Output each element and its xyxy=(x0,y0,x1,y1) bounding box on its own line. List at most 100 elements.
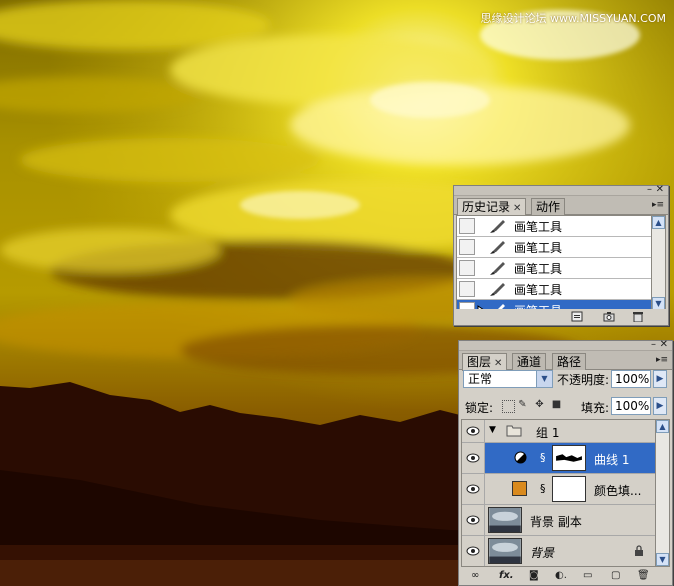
history-tabs: 历史记录 ✕ 动作 ▸≡ xyxy=(454,196,668,216)
layer-row-background[interactable]: 背景 xyxy=(462,536,656,566)
lock-icon xyxy=(635,545,643,556)
trash-icon[interactable] xyxy=(632,311,644,322)
lock-label: 锁定: xyxy=(465,401,494,415)
layers-footer: ∞ fx. ◙ ◐. ▭ ▢ 🗑 xyxy=(459,567,672,585)
source-checkbox[interactable] xyxy=(459,239,475,255)
panel-menu-icon[interactable]: ▸≡ xyxy=(656,355,668,365)
history-item-label: 画笔工具 xyxy=(514,241,563,255)
history-item[interactable]: 画笔工具 xyxy=(457,258,653,279)
layers-tabs: 图层 ✕ 通道 路径 ▸≡ xyxy=(459,351,672,371)
history-list: 画笔工具 画笔工具 画笔工具 画笔工具 画笔工具 xyxy=(456,215,654,311)
history-item-label: 画笔工具 xyxy=(514,220,563,234)
tab-label: 图层 xyxy=(467,355,492,369)
fx-icon[interactable]: fx. xyxy=(499,570,514,582)
tab-label: 动作 xyxy=(536,200,561,214)
tab-label: 历史记录 xyxy=(462,200,511,214)
panel-titlebar[interactable]: – ✕ xyxy=(459,339,672,351)
scroll-up-icon[interactable]: ▲ xyxy=(656,420,669,433)
visibility-toggle[interactable] xyxy=(462,420,485,442)
layer-name: 背景 副本 xyxy=(530,515,582,529)
layer-row-color-fill[interactable]: § 颜色填... xyxy=(462,474,656,505)
layer-row-background-copy[interactable]: 背景 副本 xyxy=(462,505,656,536)
tab-label: 路径 xyxy=(557,355,582,369)
close-tab-icon[interactable]: ✕ xyxy=(513,203,521,214)
brush-icon xyxy=(490,283,505,296)
layer-mask-thumbnail[interactable] xyxy=(552,476,586,502)
chain-link-icon[interactable]: § xyxy=(540,482,546,495)
history-scrollbar[interactable]: ▲ ▼ xyxy=(651,215,666,311)
visibility-toggle[interactable] xyxy=(462,443,485,473)
layers-panel: – ✕ 图层 ✕ 通道 路径 ▸≡ 正常 ▼ 不透明度: 100% ▶ 锁定: ✎… xyxy=(458,339,673,586)
layers-scrollbar[interactable]: ▲ ▼ xyxy=(655,419,670,567)
history-item-label: 画笔工具 xyxy=(514,283,563,297)
expand-triangle-icon[interactable]: ▼ xyxy=(489,425,496,435)
new-layer-icon[interactable]: ▢ xyxy=(611,570,620,582)
eye-icon xyxy=(466,484,480,494)
new-document-from-state-icon[interactable] xyxy=(571,311,583,322)
tab-channels[interactable]: 通道 xyxy=(512,353,547,370)
chain-link-icon[interactable]: § xyxy=(540,451,546,464)
layer-row-group[interactable]: ▼ 组 1 xyxy=(462,420,656,443)
eye-icon xyxy=(466,515,480,525)
fill-label: 填充: xyxy=(581,401,610,415)
brush-icon xyxy=(490,241,505,254)
opacity-label: 不透明度: xyxy=(557,373,610,387)
source-checkbox[interactable] xyxy=(459,218,475,234)
eye-icon xyxy=(466,453,480,463)
lock-brush-icon[interactable]: ✎ xyxy=(517,399,528,410)
blend-mode-select[interactable]: 正常 ▼ xyxy=(463,370,553,388)
layer-row-curves[interactable]: § 曲线 1 xyxy=(462,443,656,474)
minimize-icon[interactable]: – xyxy=(651,339,656,351)
fill-color-swatch[interactable] xyxy=(512,481,527,496)
minimize-icon[interactable]: – xyxy=(647,184,652,196)
panel-titlebar[interactable]: – ✕ xyxy=(454,184,668,196)
chevron-down-icon[interactable]: ▼ xyxy=(536,371,552,387)
lock-move-icon[interactable]: ✥ xyxy=(534,399,545,410)
layer-thumbnail xyxy=(488,507,522,533)
close-icon[interactable]: ✕ xyxy=(656,184,664,196)
layer-name: 组 1 xyxy=(536,426,560,440)
lock-transparent-icon[interactable] xyxy=(502,400,515,413)
folder-icon[interactable]: ▭ xyxy=(583,570,592,582)
brush-icon xyxy=(490,220,505,233)
opacity-field[interactable]: 100% xyxy=(611,370,651,388)
source-checkbox[interactable] xyxy=(459,281,475,297)
layer-name: 背景 xyxy=(530,546,555,560)
fill-value: 100% xyxy=(615,399,650,413)
fill-field[interactable]: 100% xyxy=(611,397,651,415)
visibility-toggle[interactable] xyxy=(462,474,485,504)
tab-label: 通道 xyxy=(517,355,542,369)
tab-paths[interactable]: 路径 xyxy=(552,353,587,370)
tab-actions[interactable]: 动作 xyxy=(531,198,566,215)
folder-icon xyxy=(506,425,522,437)
mask-icon[interactable]: ◙ xyxy=(529,570,539,582)
scroll-up-icon[interactable]: ▲ xyxy=(652,216,665,229)
brush-icon xyxy=(490,262,505,275)
panel-menu-icon[interactable]: ▸≡ xyxy=(652,200,664,210)
visibility-toggle[interactable] xyxy=(462,536,485,566)
fill-arrow-icon[interactable]: ▶ xyxy=(653,397,667,415)
eye-icon xyxy=(466,546,480,556)
link-icon[interactable]: ∞ xyxy=(471,570,479,582)
trash-icon[interactable]: 🗑 xyxy=(637,570,650,582)
visibility-toggle[interactable] xyxy=(462,505,485,535)
source-checkbox[interactable] xyxy=(459,260,475,276)
history-footer xyxy=(454,309,668,325)
lock-all-icon[interactable]: ■ xyxy=(551,399,562,410)
history-item[interactable]: 画笔工具 xyxy=(457,237,653,258)
opacity-value: 100% xyxy=(615,372,650,386)
layer-name: 颜色填... xyxy=(594,484,642,498)
close-tab-icon[interactable]: ✕ xyxy=(494,358,502,369)
adjustment-icon xyxy=(514,451,527,464)
scroll-down-icon[interactable]: ▼ xyxy=(656,553,669,566)
history-item[interactable]: 画笔工具 xyxy=(457,279,653,300)
adjustment-icon[interactable]: ◐. xyxy=(555,570,567,582)
layer-thumbnail xyxy=(488,538,522,564)
snapshot-camera-icon[interactable] xyxy=(603,311,615,322)
layer-mask-thumbnail[interactable] xyxy=(552,445,586,471)
close-icon[interactable]: ✕ xyxy=(660,339,668,351)
history-item[interactable]: 画笔工具 xyxy=(457,216,653,237)
tab-layers[interactable]: 图层 ✕ xyxy=(462,353,508,371)
opacity-arrow-icon[interactable]: ▶ xyxy=(653,370,667,388)
tab-history[interactable]: 历史记录 ✕ xyxy=(457,198,527,216)
